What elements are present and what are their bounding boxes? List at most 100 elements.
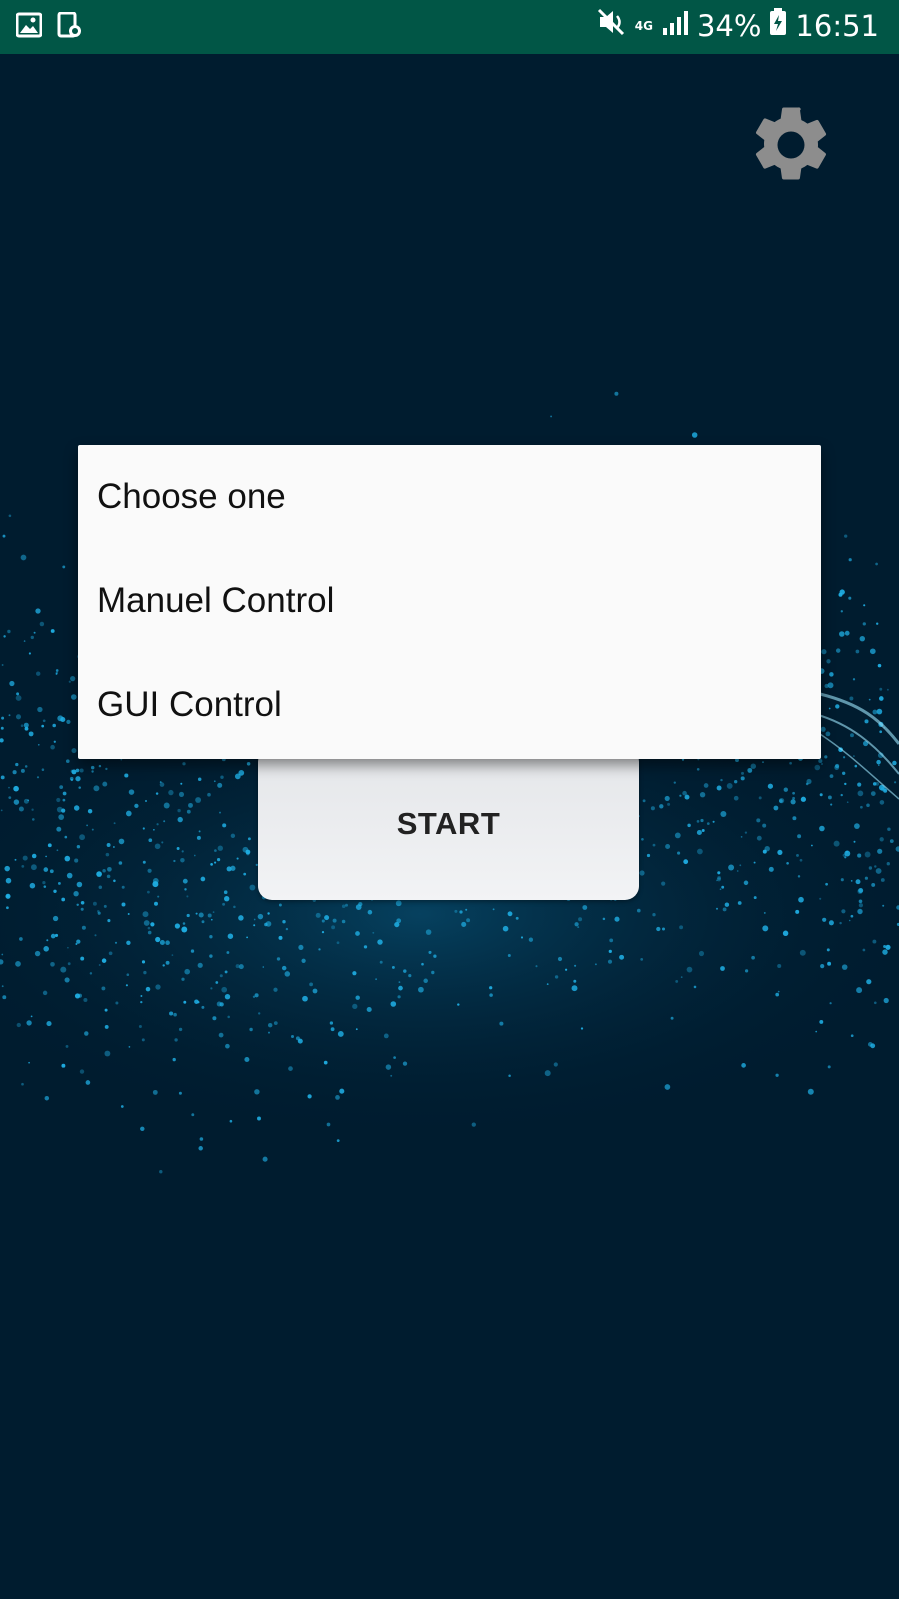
particle-dot [848, 558, 852, 562]
particle-dot [352, 971, 357, 976]
particle-dot [78, 786, 81, 789]
particle-dot [337, 1030, 344, 1037]
particle-dot [546, 983, 549, 985]
particle-dot [686, 966, 693, 973]
particle-dot [341, 904, 346, 909]
dropdown-item-gui-control[interactable]: GUI Control [78, 653, 821, 757]
particle-dot [145, 800, 147, 802]
particle-dot [19, 937, 23, 941]
particle-dot [55, 669, 59, 672]
particle-dot [182, 878, 188, 884]
particle-dot [659, 804, 664, 809]
particle-dot [87, 808, 93, 814]
particle-dot [140, 1000, 143, 1004]
particle-dot [70, 675, 76, 682]
particle-dot [249, 884, 256, 891]
particle-dot [867, 1042, 873, 1047]
settings-button[interactable] [746, 100, 836, 190]
particle-dot [682, 790, 687, 796]
particle-dot [195, 912, 198, 915]
particle-dot [733, 795, 739, 801]
particle-dot [121, 902, 126, 907]
particle-dot [893, 781, 897, 784]
particle-dot [53, 889, 57, 893]
particle-dot [797, 875, 801, 878]
particle-dot [782, 930, 789, 937]
particle-dot [379, 960, 383, 964]
particle-dot [699, 792, 706, 798]
particle-dot [244, 1056, 250, 1063]
battery-charging-icon [769, 8, 787, 43]
particle-dot [43, 946, 49, 952]
particle-dot [67, 962, 71, 966]
particle-dot [871, 882, 876, 887]
particle-dot [214, 849, 217, 852]
particle-dot [507, 954, 511, 957]
particle-dot [113, 846, 115, 848]
dropdown-item-choose-one[interactable]: Choose one [78, 445, 821, 549]
particle-dot [828, 920, 834, 926]
particle-dot [318, 948, 321, 951]
particle-dot [191, 1113, 195, 1117]
particle-dot [186, 895, 189, 898]
particle-dot [171, 954, 174, 956]
particle-dot [50, 961, 55, 967]
particle-dot [121, 885, 125, 889]
particle-dot [323, 1060, 328, 1065]
particle-dot [249, 1027, 253, 1032]
particle-dot [835, 648, 841, 653]
particle-dot [80, 956, 85, 961]
particle-dot [0, 726, 4, 730]
start-button[interactable]: START [258, 748, 639, 900]
particle-dot [178, 1091, 182, 1095]
particle-dot [819, 825, 825, 832]
particle-dot [886, 862, 890, 866]
particle-dot [819, 793, 823, 797]
particle-dot [574, 922, 579, 927]
particle-dot [750, 763, 757, 769]
particle-dot [238, 964, 244, 970]
particle-dot [282, 920, 286, 924]
particle-dot [229, 1119, 233, 1123]
particle-dot [778, 797, 785, 804]
particle-dot [872, 939, 877, 944]
particle-dot [872, 709, 878, 715]
particle-dot [737, 901, 742, 905]
clock: 16:51 [795, 8, 879, 43]
particle-dot [35, 671, 41, 676]
particle-dot [0, 775, 5, 780]
particle-dot [75, 776, 81, 782]
particle-dot [372, 931, 375, 934]
particle-dot [182, 922, 186, 925]
particle-dot [815, 1030, 818, 1033]
particle-dot [76, 939, 81, 944]
particle-dot [42, 719, 46, 723]
particle-dot [642, 799, 646, 803]
particle-dot [125, 810, 132, 817]
particle-dot [276, 957, 281, 961]
particle-dot [37, 706, 43, 713]
particle-dot [393, 1056, 396, 1059]
particle-dot [777, 849, 783, 855]
particle-dot [196, 835, 201, 840]
particle-dot [326, 1122, 331, 1127]
particle-dot [573, 979, 577, 983]
particle-dot [90, 765, 95, 770]
particle-dot [24, 765, 28, 768]
particle-dot [210, 987, 213, 990]
particle-dot [665, 844, 671, 849]
particle-dot [26, 1020, 32, 1026]
dropdown-item-manuel-control[interactable]: Manuel Control [78, 549, 821, 653]
particle-dot [153, 828, 155, 831]
particle-dot [777, 963, 782, 969]
particle-dot [273, 987, 278, 992]
particle-dot [57, 715, 64, 722]
particle-dot [50, 933, 56, 939]
particle-dot [104, 1008, 108, 1012]
particle-dot [712, 820, 715, 823]
particle-dot [28, 1061, 30, 1064]
particle-dot [383, 1033, 389, 1039]
particle-dot [13, 799, 20, 805]
particle-dot [394, 922, 400, 928]
particle-dot [8, 796, 12, 799]
